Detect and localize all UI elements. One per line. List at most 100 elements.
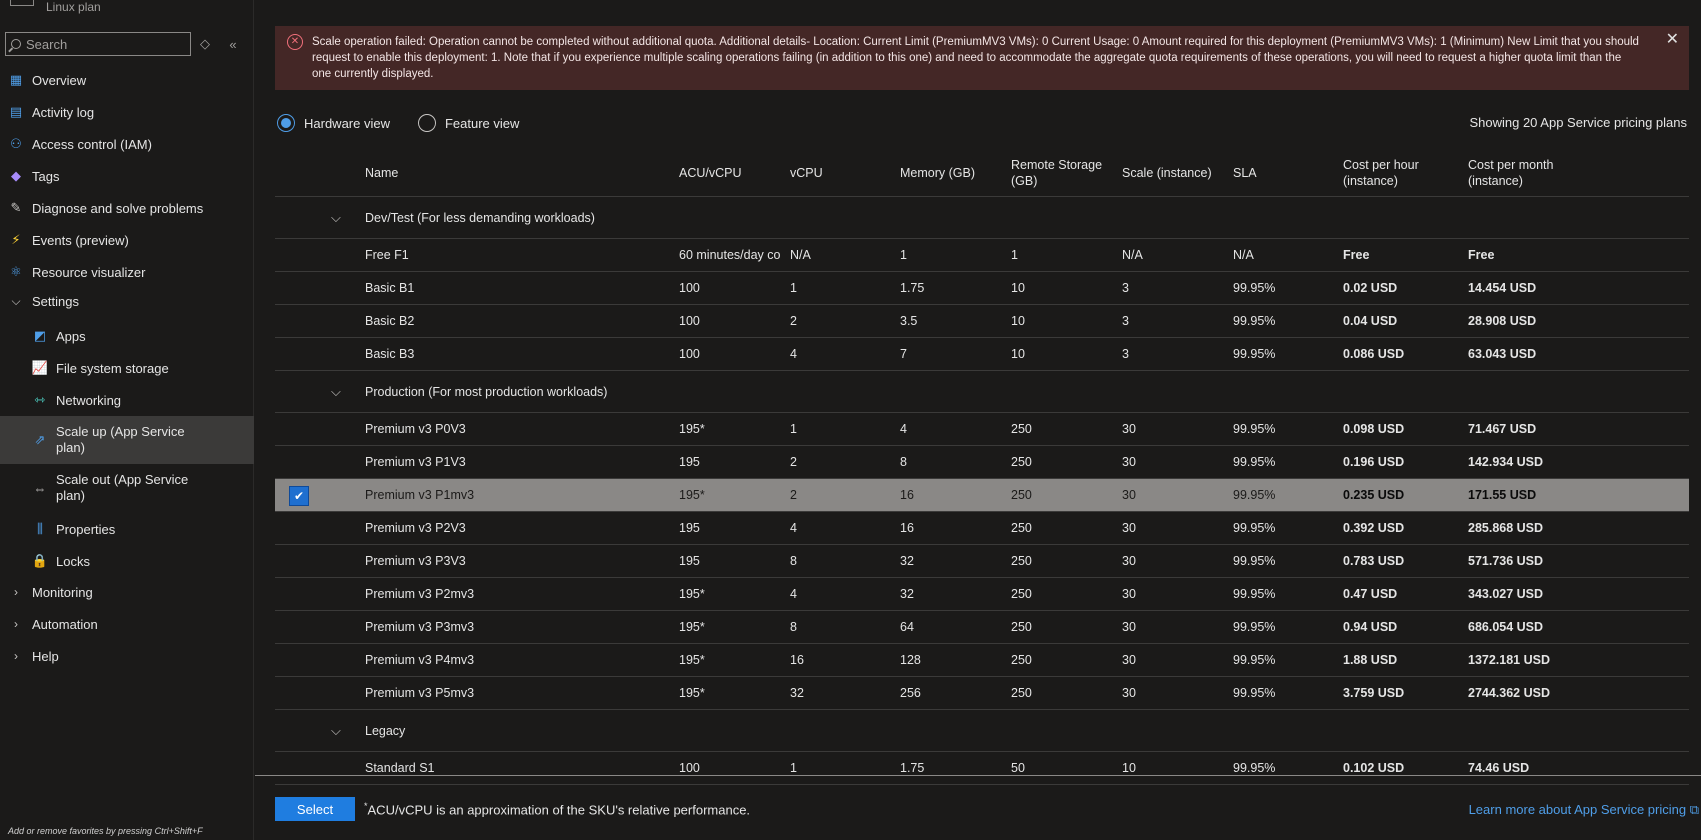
search-icon — [11, 39, 21, 49]
cell-0: Premium v3 P1V3 — [365, 455, 466, 469]
table-row[interactable]: Premium v3 P2mv3 195* 4 32 250 30 99.95% 0.47 U… — [275, 578, 1689, 611]
sidebar-item-monitoring[interactable]: › Monitoring — [0, 576, 254, 608]
group-row[interactable]: ⌵ Dev/Test (For less demanding workloads) — [275, 197, 1689, 239]
close-icon[interactable]: ✕ — [1666, 32, 1679, 48]
cell-3: 32 — [900, 554, 914, 568]
cell-3: 32 — [900, 587, 914, 601]
cell-1: 195* — [679, 620, 705, 634]
error-icon: ✕ — [287, 34, 303, 50]
cell-7: 3.759 USD — [1343, 686, 1405, 700]
table-row[interactable]: Premium v3 P3mv3 195* 8 64 250 30 99.95% 0.94 U… — [275, 611, 1689, 644]
table-row[interactable]: Basic B3 100 4 7 10 3 99.95% 0.086 USD 63.043 US… — [275, 338, 1689, 371]
cell-2: 16 — [790, 653, 804, 667]
cell-8: 14.454 USD — [1468, 281, 1537, 295]
table-row[interactable]: Premium v3 P3V3 195 8 32 250 30 99.95% 0.783 US… — [275, 545, 1689, 578]
sidebar-item-access-control-iam[interactable]: ⚇ Access control (IAM) — [0, 128, 254, 160]
cell-7: 0.94 USD — [1343, 620, 1398, 634]
cell-3: 3.5 — [900, 314, 918, 328]
cell-6: 99.95% — [1233, 686, 1276, 700]
cell-0: Basic B3 — [365, 347, 415, 361]
sidebar-item-automation[interactable]: › Automation — [0, 608, 254, 640]
collapse-sidebar-icon[interactable]: « — [219, 37, 247, 52]
table-row[interactable]: Premium v3 P1V3 195 2 8 250 30 99.95% 0.196 USD… — [275, 446, 1689, 479]
learn-more-link[interactable]: Learn more about App Service pricing ⧉ — [1469, 802, 1699, 818]
sidebar-item-properties[interactable]: ⫼ Properties — [0, 513, 254, 545]
cell-5: 3 — [1122, 281, 1129, 295]
feature-view-radio[interactable] — [417, 114, 436, 132]
sidebar-item-help[interactable]: › Help — [0, 640, 254, 672]
sidebar-item-label: Help — [32, 648, 59, 664]
cell-6: 99.95% — [1233, 521, 1276, 535]
table-row[interactable]: Premium v3 P4mv3 195* 16 128 250 30 99.95% 1.88… — [275, 644, 1689, 677]
sidebar-item-scale-up-app-service-plan[interactable]: ⇗ Scale up (App Service plan) — [0, 416, 254, 464]
table-row[interactable]: Premium v3 P5mv3 195* 32 256 250 30 99.95% 3.75… — [275, 677, 1689, 710]
cell-1: 195* — [679, 587, 705, 601]
cell-7: 0.02 USD — [1343, 281, 1398, 295]
cell-8: 686.054 USD — [1468, 620, 1544, 634]
cell-7: 0.392 USD — [1343, 521, 1405, 535]
hardware-view-radio[interactable] — [277, 114, 295, 132]
cell-4: 10 — [1011, 314, 1025, 328]
chevron-down-icon[interactable]: ⌵ — [331, 197, 341, 238]
cell-6: SLA — [1233, 166, 1257, 180]
table-row[interactable]: Basic B2 100 2 3.5 10 3 99.95% 0.04 USD 28.908 U… — [275, 305, 1689, 338]
table-row[interactable]: ✔ Premium v3 P1mv3 195* 2 16 250 30 99.95% 0.235… — [275, 479, 1689, 512]
tag-icon: ◆ — [11, 168, 21, 183]
footnote-text: ACU/vCPU is an approximation of the SKU'… — [367, 802, 751, 818]
sidebar-item-activity-log[interactable]: ▤ Activity log — [0, 96, 254, 128]
sidebar-item-label: Apps — [56, 328, 86, 344]
cell-1: 100 — [679, 761, 700, 775]
cell-5: 3 — [1122, 347, 1129, 361]
sidebar-item-file-system-storage[interactable]: 📈 File system storage — [0, 352, 254, 384]
chevron-down-icon[interactable]: ⌵ — [331, 710, 341, 751]
wrench-icon: ✎ — [10, 200, 22, 215]
group-row[interactable]: ⌵ Legacy — [275, 710, 1689, 752]
table-row[interactable]: Basic B1 100 1 1.75 10 3 99.95% 0.02 USD 14.454 … — [275, 272, 1689, 305]
cell-5: 30 — [1122, 455, 1136, 469]
error-message: Scale operation failed: Operation cannot… — [312, 36, 1639, 80]
cell-5: 10 — [1122, 761, 1136, 775]
sidebar-item-tags[interactable]: ◆ Tags — [0, 160, 254, 192]
hardware-view-label[interactable]: Hardware view — [304, 116, 390, 131]
sidebar-item-settings[interactable]: ⌵ Settings — [0, 286, 254, 316]
cell-6: 99.95% — [1233, 653, 1276, 667]
sidebar-item-diagnose-and-solve-problems[interactable]: ✎ Diagnose and solve problems — [0, 192, 254, 224]
cell-0: Premium v3 P2mv3 — [365, 587, 475, 601]
cell-3: Memory (GB) — [900, 166, 975, 180]
search-box[interactable] — [5, 32, 191, 56]
cell-3: 16 — [900, 488, 914, 502]
search-input[interactable] — [26, 36, 186, 52]
chevron-right-icon: › — [14, 585, 18, 599]
sidebar-item-scale-out-app-service-plan[interactable]: ⇔ Scale out (App Service plan) — [0, 464, 254, 512]
cell-6: 99.95% — [1233, 488, 1276, 502]
sidebar-item-networking[interactable]: ⇿ Networking — [0, 384, 254, 416]
cell-5: 30 — [1122, 686, 1136, 700]
sidebar-item-locks[interactable]: 🔒 Locks — [0, 545, 254, 577]
cell-1: 195* — [679, 422, 705, 436]
sort-icon[interactable]: ◇ — [191, 36, 219, 52]
cell-4: 50 — [1011, 761, 1025, 775]
cell-4: 250 — [1011, 686, 1032, 700]
table-row[interactable]: Premium v3 P0V3 195* 1 4 250 30 99.95% 0.098 US… — [275, 413, 1689, 446]
select-button[interactable]: Select — [275, 797, 355, 821]
group-row[interactable]: ⌵ Production (For most production workloa… — [275, 371, 1689, 413]
checkmark-icon[interactable]: ✔ — [289, 486, 309, 506]
feature-view-label[interactable]: Feature view — [445, 116, 519, 131]
sidebar-item-resource-visualizer[interactable]: ⚛ Resource visualizer — [0, 256, 254, 288]
plan-icon — [10, 0, 34, 6]
sidebar-item-apps[interactable]: ◩ Apps — [0, 320, 254, 352]
cell-0: Premium v3 P1mv3 — [365, 488, 475, 502]
cell-2: 2 — [790, 314, 797, 328]
cell-1: 195 — [679, 521, 700, 535]
cell-4: Remote Storage (GB) — [1011, 158, 1103, 188]
chevron-down-icon[interactable]: ⌵ — [331, 371, 341, 412]
cell-7: 1.88 USD — [1343, 653, 1398, 667]
table-row[interactable]: Standard S1 100 1 1.75 50 10 99.95% 0.102 USD 74… — [275, 752, 1689, 785]
error-banner: ✕ Scale operation failed: Operation cann… — [275, 26, 1689, 90]
sidebar-item-events-preview[interactable]: ⚡ Events (preview) — [0, 224, 254, 256]
table-row[interactable]: Free F1 60 minutes/day co N/A 1 1 N/A N/A Free F… — [275, 239, 1689, 272]
table-row[interactable]: Premium v3 P2V3 195 4 16 250 30 99.95% 0.392 US… — [275, 512, 1689, 545]
cell-0: Premium v3 P3V3 — [365, 554, 466, 568]
cell-4: 1 — [1011, 248, 1018, 262]
sidebar-item-overview[interactable]: ▦ Overview — [0, 64, 254, 96]
